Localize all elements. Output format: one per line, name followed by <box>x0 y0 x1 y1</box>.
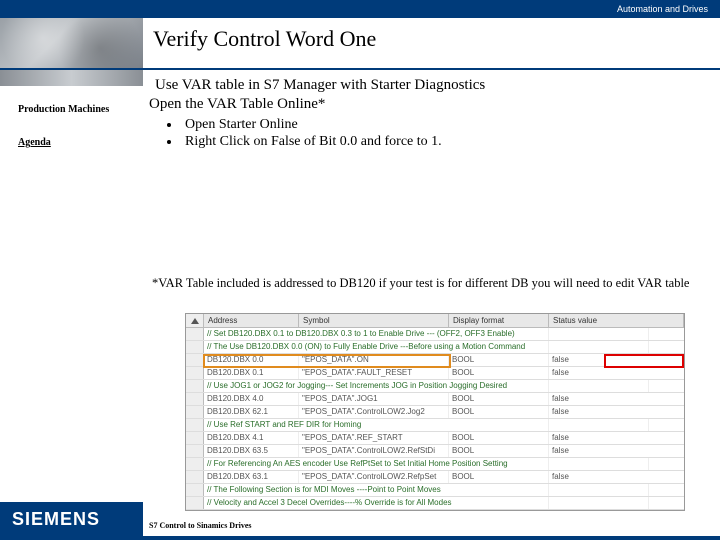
comment-cell: // Use JOG1 or JOG2 for Jogging--- Set I… <box>204 380 549 392</box>
cell-format: BOOL <box>449 354 549 366</box>
table-row: // Use JOG1 or JOG2 for Jogging--- Set I… <box>186 380 684 393</box>
table-row: DB120.DBX 63.1"EPOS_DATA".ControlLOW2.Re… <box>186 471 684 484</box>
row-gutter <box>186 328 204 340</box>
cell-status: false <box>549 471 684 483</box>
footer-right <box>712 532 720 536</box>
cell-symbol: "EPOS_DATA".ControlLOW2.Jog2 <box>299 406 449 418</box>
col-header-status: Status value <box>549 314 684 327</box>
footnote: *VAR Table included is addressed to DB12… <box>0 230 720 291</box>
gutter-icon <box>186 314 204 327</box>
cell-format: BOOL <box>449 393 549 405</box>
cell-address: DB120.DBX 0.1 <box>204 367 299 379</box>
col-header-format: Display format <box>449 314 549 327</box>
footer-bar <box>0 536 720 540</box>
cell-status: false <box>549 406 684 418</box>
cell-symbol: "EPOS_DATA".JOG1 <box>299 393 449 405</box>
cell-symbol: "EPOS_DATA".FAULT_RESET <box>299 367 449 379</box>
sidebar-item-agenda[interactable]: Agenda <box>0 119 143 152</box>
table-row: DB120.DBX 4.0"EPOS_DATA".JOG1BOOLfalse <box>186 393 684 406</box>
row-gutter <box>186 393 204 405</box>
cell-symbol: "EPOS_DATA".REF_START <box>299 432 449 444</box>
row-gutter <box>186 406 204 418</box>
table-row: DB120.DBX 4.1"EPOS_DATA".REF_STARTBOOLfa… <box>186 432 684 445</box>
comment-cell: // The Following Section is for MDI Move… <box>204 484 549 496</box>
page-title: Verify Control Word One <box>143 18 720 68</box>
cell-symbol: "EPOS_DATA".ControlLOW2.RefStDi <box>299 445 449 457</box>
cell-address: DB120.DBX 62.1 <box>204 406 299 418</box>
cell-status: false <box>549 445 684 457</box>
cell-format: BOOL <box>449 367 549 379</box>
content-bullet-1: Open Starter Online <box>181 116 714 134</box>
cell-symbol: "EPOS_DATA".ControlLOW2.RefpSet <box>299 471 449 483</box>
row-gutter <box>186 341 204 353</box>
cell-status: false <box>549 393 684 405</box>
cell-address: DB120.DBX 63.1 <box>204 471 299 483</box>
comment-cell: // Use Ref START and REF DIR for Homing <box>204 419 549 431</box>
comment-cell: // For Referencing An AES encoder Use Re… <box>204 458 549 470</box>
table-row: DB120.DBX 0.0"EPOS_DATA".ONBOOLfalse <box>186 354 684 367</box>
row-gutter <box>186 471 204 483</box>
table-row: DB120.DBX 0.1"EPOS_DATA".FAULT_RESETBOOL… <box>186 367 684 380</box>
table-row: // Set DB120.DBX 0.1 to DB120.DBX 0.3 to… <box>186 328 684 341</box>
table-header-row: Address Symbol Display format Status val… <box>186 314 684 328</box>
row-gutter <box>186 419 204 431</box>
cell-address: DB120.DBX 4.0 <box>204 393 299 405</box>
row-gutter <box>186 458 204 470</box>
row-gutter <box>186 354 204 366</box>
top-banner: Automation and Drives <box>0 0 720 18</box>
content-line-1: Use VAR table in S7 Manager with Starter… <box>149 76 714 95</box>
col-header-address: Address <box>204 314 299 327</box>
cell-format: BOOL <box>449 471 549 483</box>
sidebar-item-production-machines[interactable]: Production Machines <box>0 86 143 119</box>
sidebar-decorative-strip <box>0 70 143 86</box>
cell-format: BOOL <box>449 406 549 418</box>
topbar-text: Automation and Drives <box>617 4 708 14</box>
sidebar: Production Machines Agenda <box>0 70 143 230</box>
row-gutter <box>186 380 204 392</box>
cell-format: BOOL <box>449 432 549 444</box>
table-row: // The Following Section is for MDI Move… <box>186 484 684 497</box>
content-bullet-2: Right Click on False of Bit 0.0 and forc… <box>181 133 714 151</box>
cell-status: false <box>549 354 684 366</box>
cell-address: DB120.DBX 0.0 <box>204 354 299 366</box>
var-table-screenshot: Address Symbol Display format Status val… <box>185 313 685 511</box>
table-row: // The Use DB120.DBX 0.0 (ON) to Fully E… <box>186 341 684 354</box>
row-gutter <box>186 484 204 496</box>
cell-status: false <box>549 432 684 444</box>
cell-symbol: "EPOS_DATA".ON <box>299 354 449 366</box>
table-row: // Use Ref START and REF DIR for Homing <box>186 419 684 432</box>
cell-format: BOOL <box>449 445 549 457</box>
comment-cell: // Set DB120.DBX 0.1 to DB120.DBX 0.3 to… <box>204 328 549 340</box>
row-gutter <box>186 367 204 379</box>
cell-status: false <box>549 367 684 379</box>
header-decorative-image <box>0 18 143 68</box>
cell-address: DB120.DBX 63.5 <box>204 445 299 457</box>
table-row: DB120.DBX 63.5"EPOS_DATA".ControlLOW2.Re… <box>186 445 684 458</box>
header-row: Verify Control Word One <box>0 18 720 68</box>
footer: SIEMENS S7 Control to Sinamics Drives <box>0 502 720 540</box>
cell-address: DB120.DBX 4.1 <box>204 432 299 444</box>
main-content: Use VAR table in S7 Manager with Starter… <box>143 70 720 230</box>
table-row: DB120.DBX 62.1"EPOS_DATA".ControlLOW2.Jo… <box>186 406 684 419</box>
col-header-symbol: Symbol <box>299 314 449 327</box>
comment-cell: // The Use DB120.DBX 0.0 (ON) to Fully E… <box>204 341 549 353</box>
row-gutter <box>186 445 204 457</box>
row-gutter <box>186 432 204 444</box>
content-line-2: Open the VAR Table Online* <box>149 95 714 114</box>
siemens-logo: SIEMENS <box>0 502 143 536</box>
table-row: // For Referencing An AES encoder Use Re… <box>186 458 684 471</box>
footer-text: S7 Control to Sinamics Drives <box>143 521 712 536</box>
